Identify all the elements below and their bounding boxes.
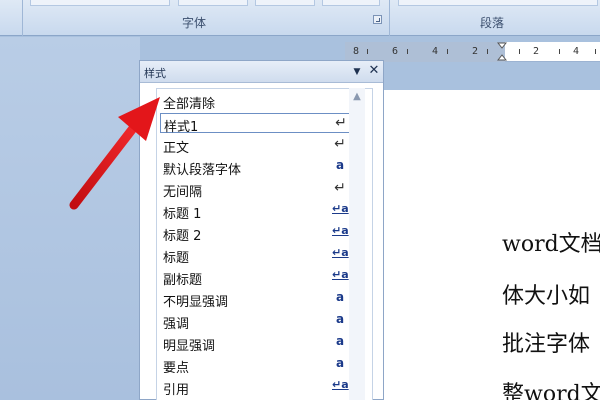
styles-pane: 样式 ▼ ✕ 全部清除 样式1 ↵ 正文 ↵ 默认段落字体 a 无间隔 ↵ 标题… [139, 60, 384, 400]
list-item-label: 标题 [163, 251, 190, 266]
list-item-label: 全部清除 [163, 97, 216, 112]
ruler-tick [519, 49, 520, 54]
scroll-up-icon[interactable]: ▲ [349, 90, 365, 104]
document-line: word文档 [502, 232, 600, 257]
list-item-label: 引用 [163, 383, 190, 398]
list-item-clear-all[interactable]: 全部清除 [160, 91, 353, 112]
ribbon-control-strip [255, 0, 315, 6]
ruler-tick [407, 49, 408, 54]
list-item[interactable]: 要点 a [160, 355, 353, 376]
linked-style-icon: ↵a [332, 202, 349, 215]
font-dialog-launcher-icon[interactable] [373, 15, 382, 24]
styles-pane-title: 样式 [144, 67, 166, 80]
list-item-label: 默认段落字体 [163, 163, 242, 178]
ribbon-divider [22, 0, 23, 36]
list-item-label: 标题 2 [163, 229, 202, 244]
ribbon-control-strip [30, 0, 170, 6]
list-item[interactable]: 引用 ↵a [160, 377, 353, 398]
ruler-number: 2 [533, 46, 540, 57]
ruler-number: 4 [573, 46, 580, 57]
linked-style-icon: ↵a [332, 378, 349, 391]
list-item-label: 明显强调 [163, 339, 216, 354]
ruler-tick [487, 49, 488, 54]
ruler-number: 2 [472, 46, 479, 57]
list-item[interactable]: 副标题 ↵a [160, 267, 353, 288]
list-item[interactable]: 不明显强调 a [160, 289, 353, 310]
pane-options-dropdown-icon[interactable]: ▼ [351, 66, 363, 78]
character-style-icon: a [335, 290, 345, 304]
list-item-label: 要点 [163, 361, 190, 376]
list-item-label: 正文 [163, 141, 190, 156]
document-line: 整word文 [502, 382, 600, 400]
workspace-background [0, 37, 140, 400]
styles-list-scrollbar[interactable]: ▲ [349, 88, 365, 400]
list-item-label: 无间隔 [163, 185, 203, 200]
list-item-label: 标题 1 [163, 207, 202, 222]
list-item-label: 样式1 [164, 120, 199, 135]
paragraph-style-icon: ↵ [334, 180, 346, 196]
list-item-label: 不明显强调 [163, 295, 229, 310]
document-line: 体大小如 [502, 284, 591, 309]
character-style-icon: a [335, 158, 345, 172]
close-icon[interactable]: ✕ [368, 64, 380, 77]
list-item[interactable]: 标题 2 ↵a [160, 223, 353, 244]
font-group-label: 字体 [182, 16, 207, 30]
ruler-tick [367, 49, 368, 54]
paragraph-style-icon: ↵ [334, 136, 346, 152]
list-item[interactable]: 默认段落字体 a [160, 157, 353, 178]
list-item[interactable]: 明显强调 a [160, 333, 353, 354]
ruler-margin-area [345, 42, 505, 62]
ruler-number: 4 [432, 46, 439, 57]
document-page[interactable]: word文档 体大小如 批注字体 整word文 [382, 90, 600, 400]
character-style-icon: a [335, 356, 345, 370]
list-item[interactable]: 无间隔 ↵ [160, 179, 353, 200]
ribbon-control-strip [398, 0, 598, 6]
indent-marker-icon[interactable] [497, 42, 507, 62]
styles-list: 全部清除 样式1 ↵ 正文 ↵ 默认段落字体 a 无间隔 ↵ 标题 1 ↵a 标… [156, 88, 373, 400]
character-style-icon: a [335, 334, 345, 348]
ruler-tick [447, 49, 448, 54]
ruler-number: 8 [353, 46, 360, 57]
ruler-number: 6 [392, 46, 399, 57]
ribbon-divider [389, 0, 390, 36]
list-item[interactable]: 标题 ↵a [160, 245, 353, 266]
ruler-tick [595, 49, 596, 54]
paragraph-group-label: 段落 [480, 16, 505, 30]
list-item-label: 强调 [163, 317, 190, 332]
ruler-tick [559, 49, 560, 54]
ribbon: 字体 段落 [0, 0, 600, 36]
list-item-label: 副标题 [163, 273, 203, 288]
paragraph-style-icon: ↵ [335, 115, 347, 131]
character-style-icon: a [335, 312, 345, 326]
ribbon-control-strip [322, 0, 380, 6]
linked-style-icon: ↵a [332, 268, 349, 281]
list-item[interactable]: 强调 a [160, 311, 353, 332]
list-item[interactable]: 正文 ↵ [160, 135, 353, 156]
list-item-style1[interactable]: 样式1 ↵ [160, 113, 353, 135]
linked-style-icon: ↵a [332, 224, 349, 237]
horizontal-ruler[interactable]: 8 6 4 2 2 4 [345, 42, 600, 62]
linked-style-icon: ↵a [332, 246, 349, 259]
document-line: 批注字体 [502, 332, 591, 357]
ribbon-control-strip [178, 0, 248, 6]
styles-pane-header: 样式 ▼ ✕ [140, 61, 383, 83]
list-item[interactable]: 标题 1 ↵a [160, 201, 353, 222]
